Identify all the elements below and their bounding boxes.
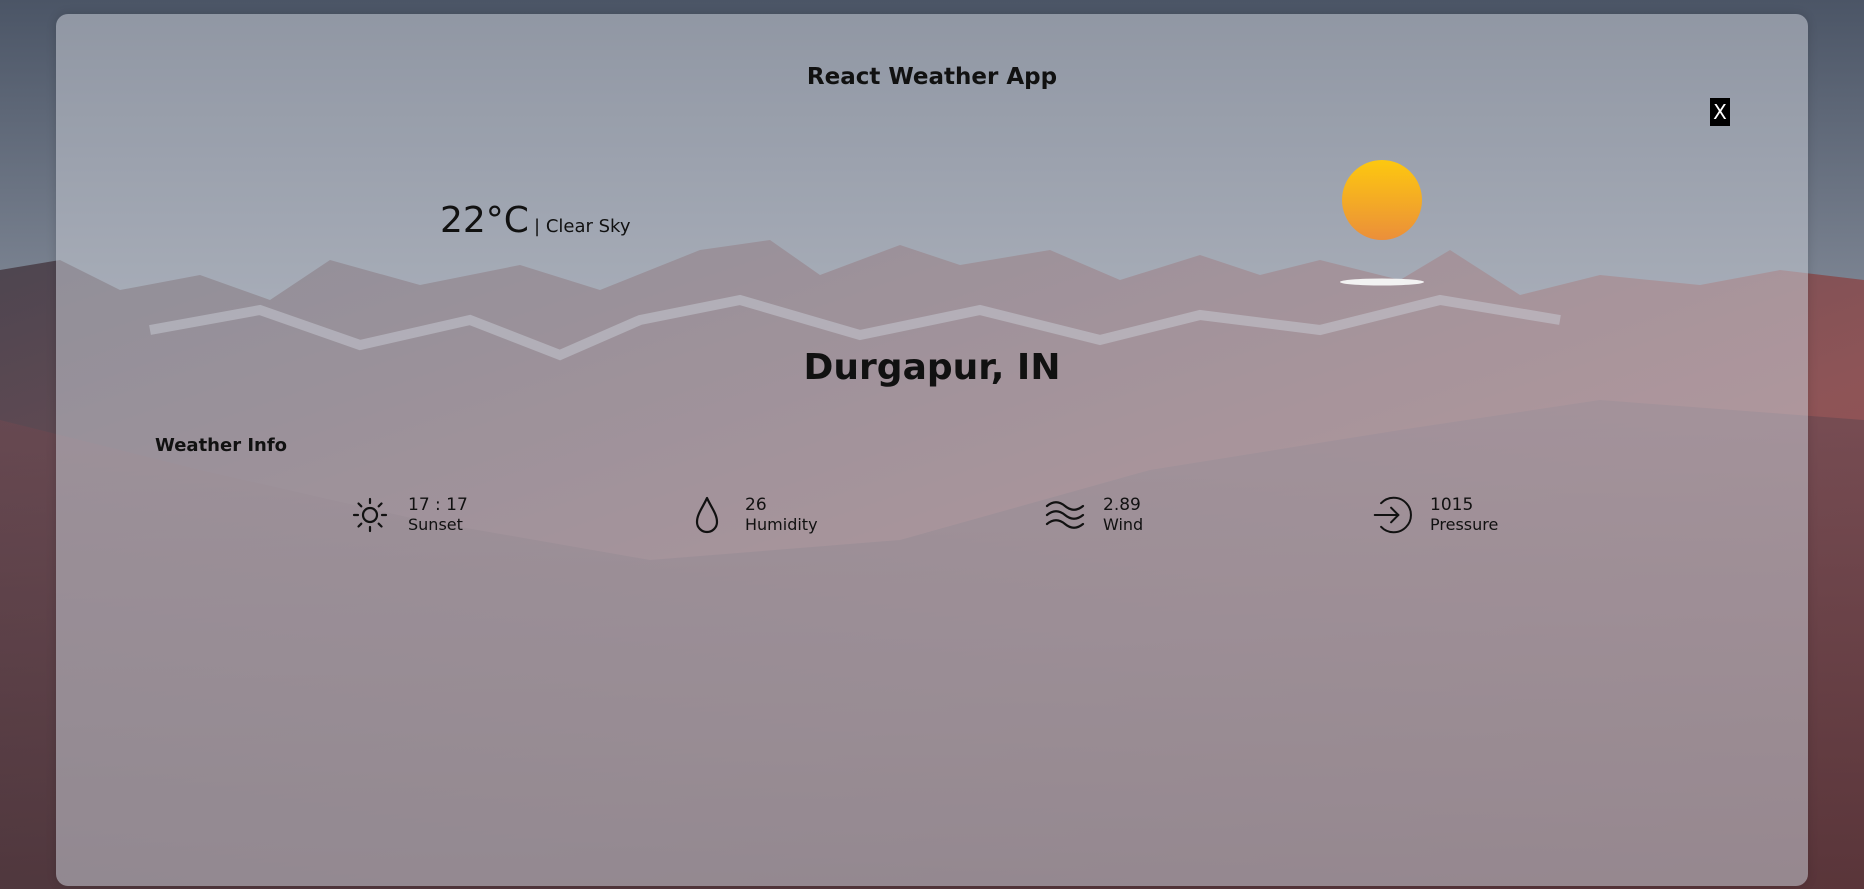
condition-text: | Clear Sky	[534, 216, 631, 237]
sunset-label: Sunset	[408, 515, 463, 534]
close-button[interactable]: X	[1710, 98, 1730, 126]
sun-icon	[1340, 158, 1424, 288]
city-name: Durgapur, IN	[803, 347, 1061, 388]
info-item-pressure: 1015 Pressure	[1372, 492, 1498, 538]
wind-value: 2.89	[1103, 495, 1141, 515]
sunset-value: 17 : 17	[408, 495, 468, 515]
sun-outline-icon	[350, 495, 390, 535]
temperature-row: 22°C | Clear Sky	[440, 200, 631, 241]
weather-card	[56, 14, 1808, 886]
pressure-value: 1015	[1430, 495, 1474, 515]
wind-label: Wind	[1103, 515, 1144, 534]
pressure-label: Pressure	[1430, 515, 1499, 534]
wind-icon	[1045, 495, 1085, 535]
weather-info-heading: Weather Info	[155, 435, 288, 456]
info-item-wind: 2.89 Wind	[1045, 492, 1143, 538]
humidity-label: Humidity	[745, 515, 818, 534]
humidity-value: 26	[745, 495, 767, 515]
pressure-arrow-icon	[1372, 495, 1412, 535]
app-title: React Weather App	[806, 64, 1058, 90]
info-item-sunset: 17 : 17 Sunset	[350, 492, 468, 538]
info-item-humidity: 26 Humidity	[687, 492, 818, 538]
droplet-icon	[687, 495, 727, 535]
temperature-value: 22°C	[440, 200, 529, 241]
